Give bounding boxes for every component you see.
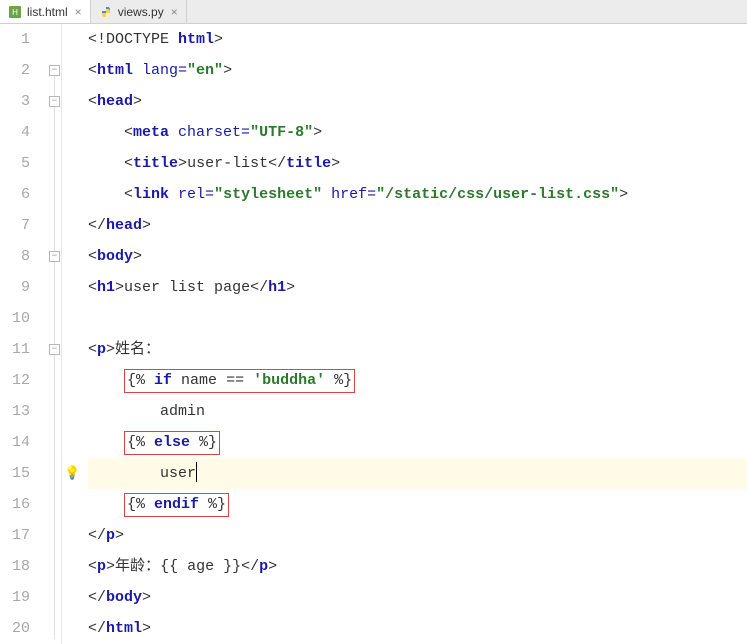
code-line[interactable]: admin [88, 396, 747, 427]
code-line[interactable]: </body> [88, 582, 747, 613]
django-template-tag: {% else %} [124, 431, 220, 455]
code-line-active[interactable]: user [88, 458, 747, 489]
line-number: 4 [0, 117, 48, 148]
line-number: 17 [0, 520, 48, 551]
code-line[interactable]: <head> [88, 86, 747, 117]
fold-toggle-icon[interactable]: − [49, 96, 60, 107]
line-number: 1 [0, 24, 48, 55]
line-number: 7 [0, 210, 48, 241]
code-line[interactable]: </p> [88, 520, 747, 551]
svg-text:H: H [12, 8, 18, 17]
close-icon[interactable]: × [75, 5, 82, 19]
code-line[interactable]: </head> [88, 210, 747, 241]
line-number: 9 [0, 272, 48, 303]
hint-gutter: 💡 [62, 24, 82, 644]
fold-toggle-icon[interactable]: − [49, 251, 60, 262]
fold-toggle-icon[interactable]: − [49, 344, 60, 355]
line-number: 8 [0, 241, 48, 272]
code-line[interactable]: <link rel="stylesheet" href="/static/css… [88, 179, 747, 210]
django-template-tag: {% endif %} [124, 493, 229, 517]
line-number: 13 [0, 396, 48, 427]
code-line[interactable]: {% if name == 'buddha' %} [88, 365, 747, 396]
tab-label: list.html [27, 5, 68, 19]
line-number: 16 [0, 489, 48, 520]
code-line[interactable]: <html lang="en"> [88, 55, 747, 86]
line-number: 14 [0, 427, 48, 458]
code-area[interactable]: <!DOCTYPE html> <html lang="en"> <head> … [82, 24, 747, 644]
line-number: 2 [0, 55, 48, 86]
line-number: 12 [0, 365, 48, 396]
python-file-icon [99, 5, 113, 19]
close-icon[interactable]: × [171, 5, 178, 19]
line-number: 18 [0, 551, 48, 582]
code-editor[interactable]: 1 2 3 4 5 6 7 8 9 10 11 12 13 14 15 16 1… [0, 24, 747, 644]
code-line[interactable]: <body> [88, 241, 747, 272]
code-line[interactable] [88, 303, 747, 334]
html-file-icon: H [8, 5, 22, 19]
line-number: 19 [0, 582, 48, 613]
code-line[interactable]: <p>年龄：{{ age }}</p> [88, 551, 747, 582]
code-line[interactable]: </html> [88, 613, 747, 644]
line-number: 10 [0, 303, 48, 334]
code-line[interactable]: <meta charset="UTF-8"> [88, 117, 747, 148]
django-template-tag: {% if name == 'buddha' %} [124, 369, 355, 393]
code-line[interactable]: <title>user-list</title> [88, 148, 747, 179]
line-number: 15 [0, 458, 48, 489]
tab-label: views.py [118, 5, 164, 19]
line-number: 6 [0, 179, 48, 210]
fold-gutter: − − − − [48, 24, 62, 644]
line-number: 11 [0, 334, 48, 365]
lightbulb-icon[interactable]: 💡 [64, 466, 78, 480]
line-number: 20 [0, 613, 48, 644]
code-line[interactable]: <p>姓名： [88, 334, 747, 365]
text-cursor [196, 462, 197, 482]
code-line[interactable]: <h1>user list page</h1> [88, 272, 747, 303]
fold-toggle-icon[interactable]: − [49, 65, 60, 76]
code-line[interactable]: {% else %} [88, 427, 747, 458]
tab-list-html[interactable]: H list.html × [0, 0, 91, 23]
code-line[interactable]: {% endif %} [88, 489, 747, 520]
line-number-gutter: 1 2 3 4 5 6 7 8 9 10 11 12 13 14 15 16 1… [0, 24, 48, 644]
line-number: 3 [0, 86, 48, 117]
line-number: 5 [0, 148, 48, 179]
code-line[interactable]: <!DOCTYPE html> [88, 24, 747, 55]
editor-tabs: H list.html × views.py × [0, 0, 747, 24]
tab-views-py[interactable]: views.py × [91, 0, 187, 23]
